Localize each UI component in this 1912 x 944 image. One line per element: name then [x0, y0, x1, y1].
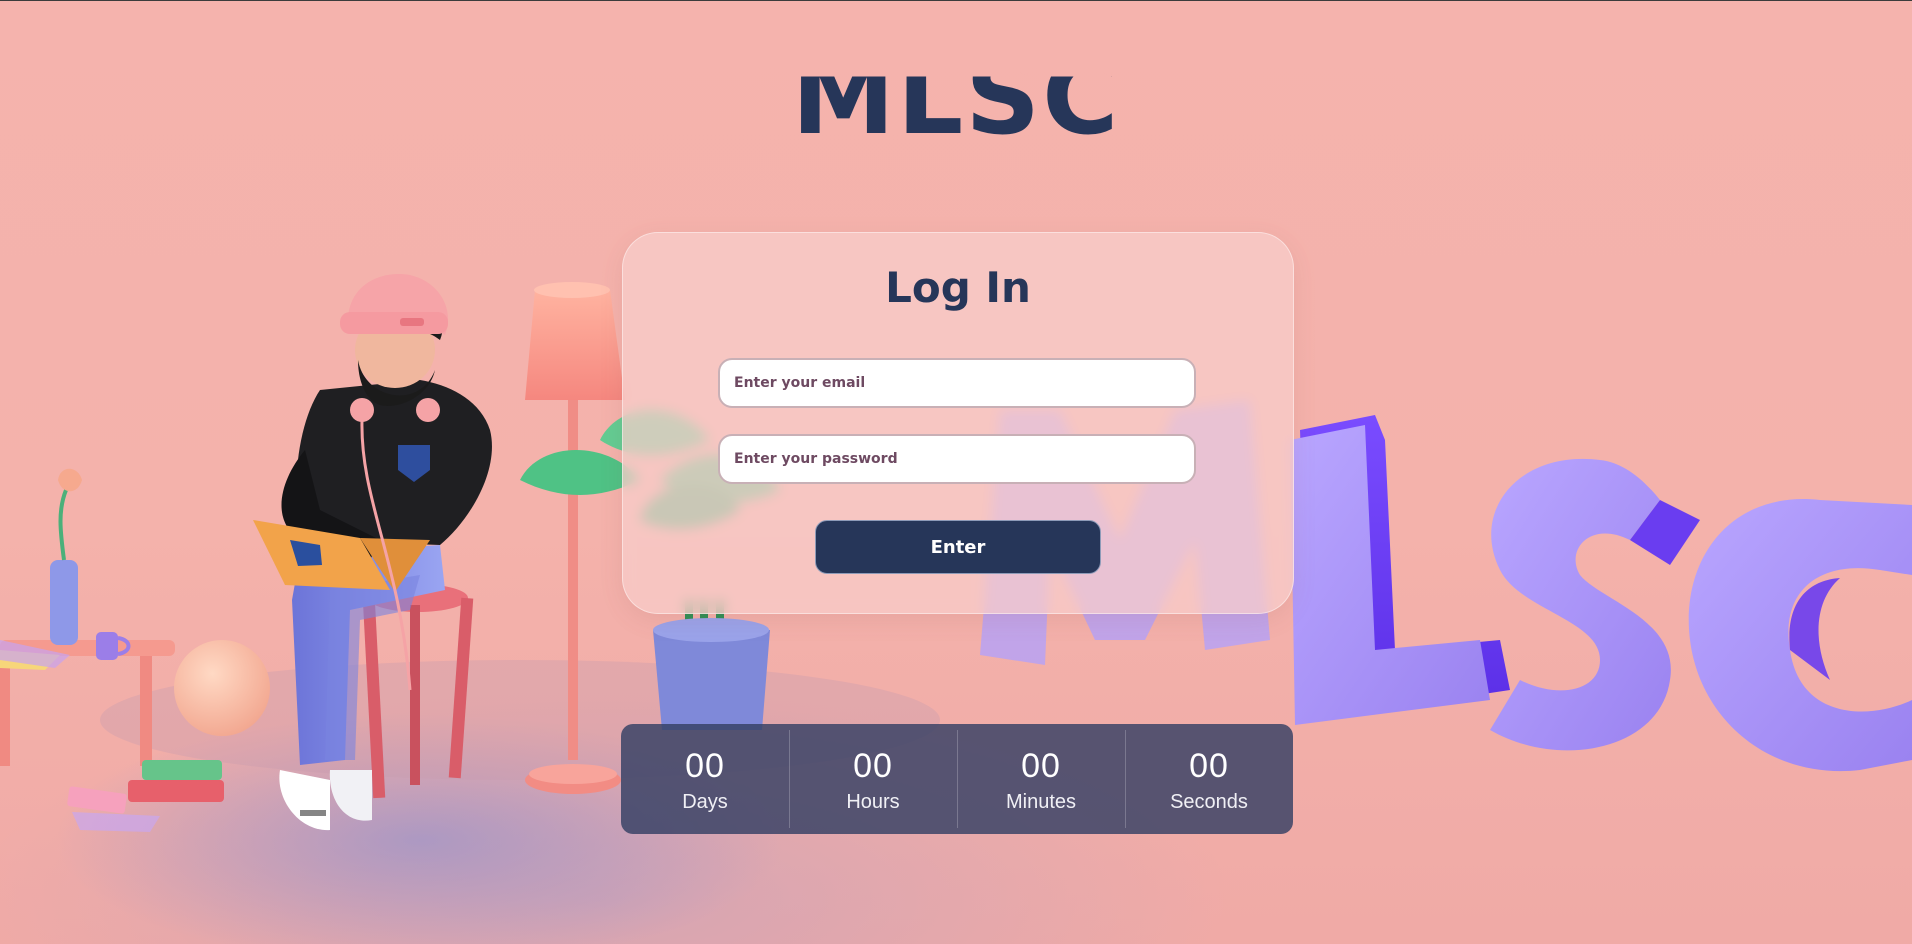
countdown-days-label: Days [682, 791, 728, 813]
password-field[interactable] [718, 434, 1196, 484]
countdown-seconds-label: Seconds [1170, 791, 1248, 813]
countdown-minutes: 00 Minutes [957, 724, 1125, 834]
letter-s [1490, 458, 1671, 751]
brand-logo-text: MLSC [791, 36, 1121, 158]
countdown-days: 00 Days [621, 724, 789, 834]
countdown-timer: 00 Days 00 Hours 00 Minutes 00 Seconds [621, 724, 1293, 834]
countdown-hours-value: 00 [853, 747, 893, 785]
login-card: Log In Enter [622, 232, 1294, 614]
countdown-seconds-value: 00 [1189, 747, 1229, 785]
countdown-days-value: 00 [685, 747, 725, 785]
countdown-hours-label: Hours [846, 791, 900, 813]
email-field[interactable] [718, 358, 1196, 408]
side-table [0, 468, 175, 766]
countdown-seconds: 00 Seconds [1125, 724, 1293, 834]
books [67, 760, 224, 832]
page-background: MLSC Log In Enter 00 Days 00 Hours 00 Mi… [0, 0, 1912, 944]
login-title: Log In [885, 263, 1031, 312]
ball [174, 640, 270, 736]
countdown-hours: 00 Hours [789, 724, 957, 834]
countdown-minutes-value: 00 [1021, 747, 1061, 785]
enter-button[interactable]: Enter [815, 520, 1101, 574]
brand-logo: MLSC [0, 42, 1912, 152]
countdown-minutes-label: Minutes [1005, 791, 1077, 813]
